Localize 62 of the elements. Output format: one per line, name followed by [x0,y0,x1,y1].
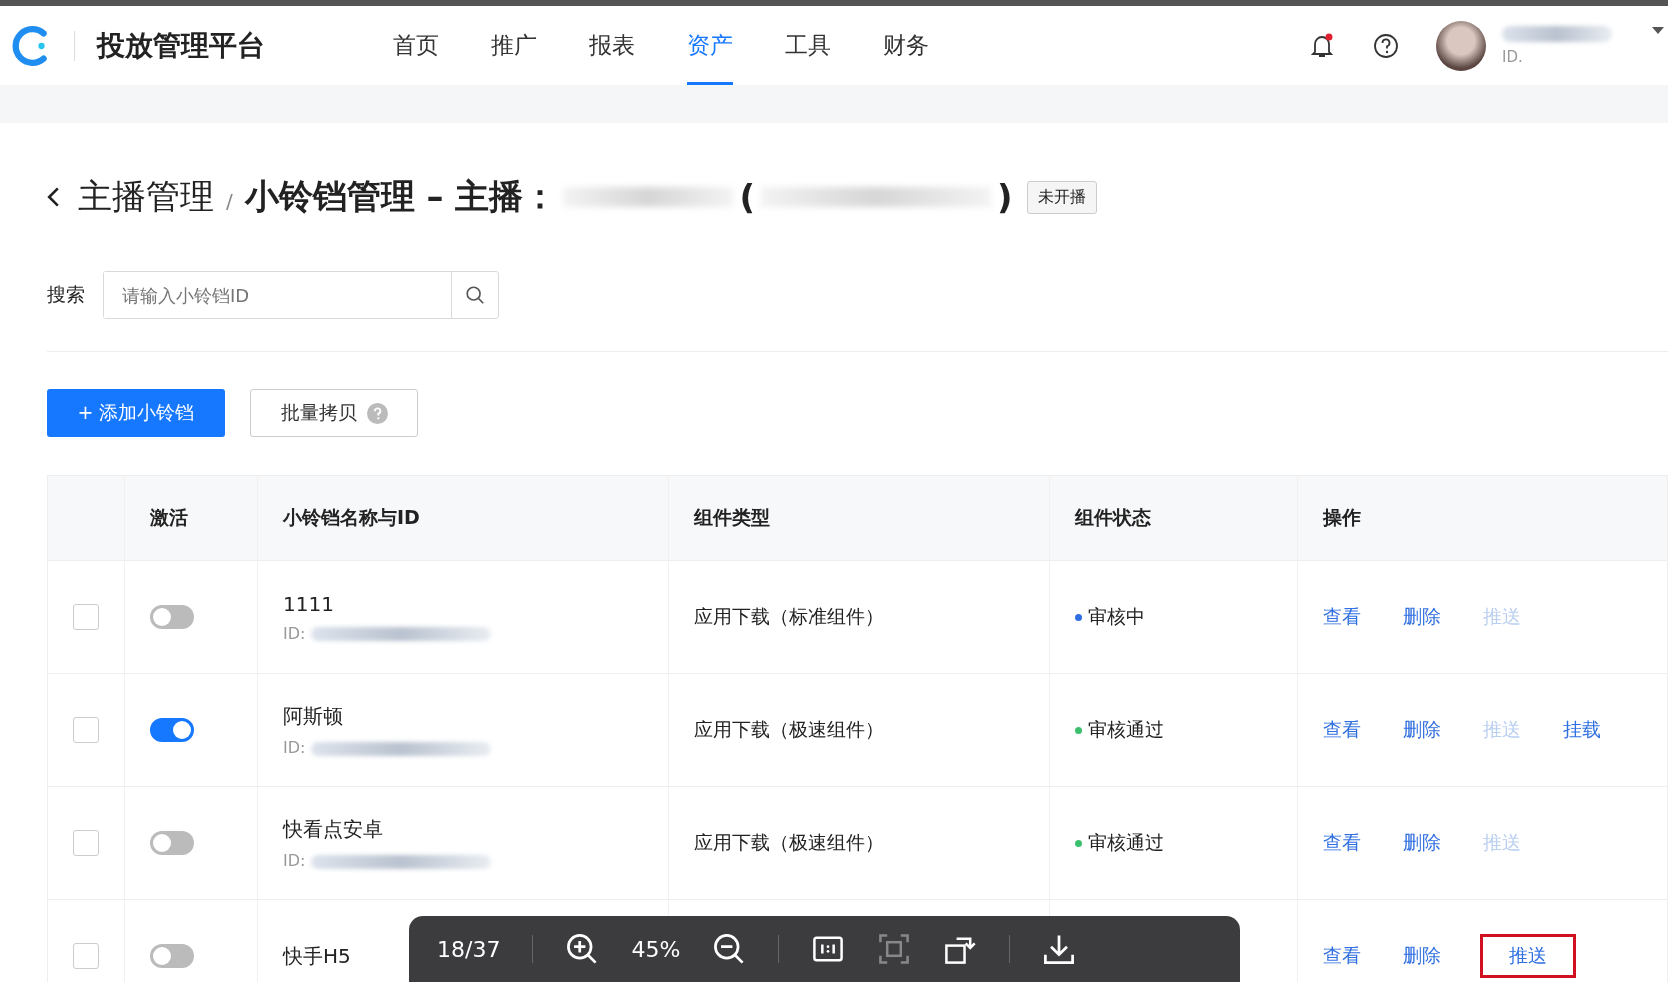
bell-icon[interactable] [1308,31,1336,60]
bell-name: 快看点安卓 [283,816,383,843]
status-text: 审核中 [1088,604,1145,629]
action-link[interactable]: 挂载 [1563,717,1601,743]
user-id-label: ID. [1502,47,1524,66]
row-checkbox[interactable] [73,717,99,743]
action-link[interactable]: 删除 [1403,717,1441,743]
column-header: 组件类型 [669,476,1050,560]
column-header: 小铃铛名称与ID [258,476,669,560]
action-link[interactable]: 查看 [1323,943,1361,969]
page-counter: 18/37 [437,936,501,962]
row-checkbox[interactable] [73,830,99,856]
column-header: 组件状态 [1050,476,1298,560]
nav-tab[interactable]: 首页 [393,6,439,85]
download-icon[interactable] [1042,932,1077,966]
id-label: ID: [283,738,306,757]
table-cell-text: 应用下载（标准组件） [694,604,884,629]
id-label: ID: [283,851,306,870]
activation-toggle[interactable] [150,831,194,855]
batch-copy-button[interactable]: 批量拷贝 [250,389,418,437]
status-text: 审核通过 [1088,717,1164,742]
search-icon [464,284,486,306]
action-link[interactable]: 删除 [1403,830,1441,856]
row-checkbox[interactable] [73,604,99,630]
column-header: 操作 [1321,505,1362,530]
activation-toggle[interactable] [150,718,194,742]
zoom-level: 45% [631,936,681,962]
action-link[interactable]: 删除 [1403,604,1441,630]
table-cell-text: 应用下载（极速组件） [694,830,884,855]
search-field[interactable]: 请输入小铃铛ID [103,271,499,319]
table-cell-text: 应用下载（极速组件） [694,717,884,742]
activation-toggle[interactable] [150,944,194,968]
help-icon[interactable] [1372,31,1400,60]
nav-tab[interactable]: 报表 [589,6,635,85]
id-label: ID: [283,623,306,643]
action-link[interactable]: 删除 [1403,943,1441,969]
user-avatar[interactable] [1436,20,1486,71]
paren-open: ( [739,177,755,217]
action-link[interactable]: 查看 [1323,717,1361,743]
status-tag: 未开播 [1026,180,1097,214]
caret-icon[interactable] [1652,26,1664,35]
platform-title: 投放管理平台 [97,27,265,64]
add-button[interactable]: + 添加小铃铛 [47,389,225,437]
bell-name: 快手H5 [283,942,351,970]
status-text: 审核通过 [1088,830,1164,855]
bell-name: 阿斯顿 [283,703,343,730]
paren-close: ) [997,177,1013,217]
action-link[interactable]: 查看 [1323,604,1361,630]
nav-tab[interactable]: 财务 [883,6,929,85]
column-header: 激活 [125,476,258,560]
breadcrumb-separator: / [226,189,233,213]
nav-tab[interactable]: 工具 [785,6,831,85]
search-label: 搜索 [47,282,85,307]
breadcrumb-link[interactable]: 主播管理 [78,174,214,220]
page-title: 小铃铛管理 – 主播： [244,175,558,218]
action-link[interactable]: 推送 [1483,937,1573,975]
bell-name: 1111 [283,591,334,616]
action-link[interactable]: 查看 [1323,830,1361,856]
activation-toggle[interactable] [150,605,194,629]
nav-tab[interactable]: 推广 [491,6,537,85]
fit-screen-icon[interactable] [877,932,912,966]
row-checkbox[interactable] [73,943,99,969]
